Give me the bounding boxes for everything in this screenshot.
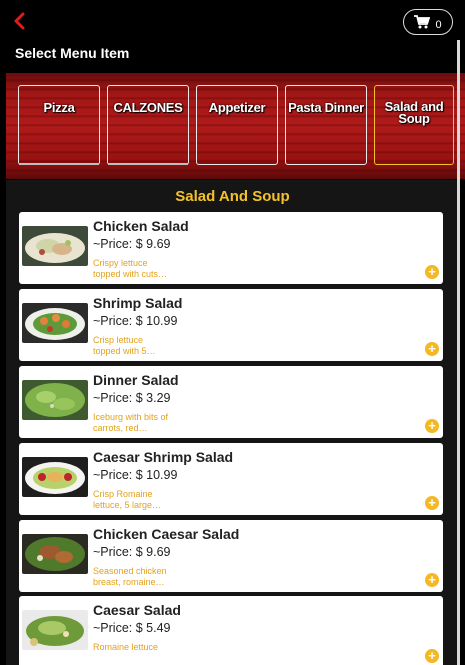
item-price: ~Price: $ 9.69	[93, 545, 171, 559]
plus-icon: +	[428, 341, 436, 356]
category-tile-calzones[interactable]: CALZONES	[107, 85, 189, 165]
category-carousel[interactable]: Pizza CALZONES Appetizer Pasta Dinner Sa…	[6, 73, 465, 179]
category-underline	[19, 163, 99, 165]
item-description: Iceburg with bits of carrots, red…	[93, 412, 169, 433]
cart-count: 0	[435, 18, 442, 31]
item-name: Dinner Salad	[93, 372, 179, 388]
item-description: Crisp lettuce topped with 5…	[93, 335, 156, 356]
menu-item-card[interactable]: Dinner Salad ~Price: $ 3.29 Iceburg with…	[19, 366, 443, 438]
item-price: ~Price: $ 10.99	[93, 314, 178, 328]
item-description: Crispy lettuce topped with cuts…	[93, 258, 168, 279]
chevron-left-icon	[14, 12, 25, 30]
category-tile-appetizer[interactable]: Appetizer	[196, 85, 278, 165]
caesar-shrimp-salad-photo	[22, 457, 88, 497]
category-underline	[108, 163, 188, 165]
category-tile-pasta-dinner[interactable]: Pasta Dinner	[285, 85, 367, 165]
category-label: CALZONES	[113, 100, 183, 115]
item-name: Caesar Shrimp Salad	[93, 449, 234, 465]
item-price: ~Price: $ 10.99	[93, 468, 178, 482]
add-item-button[interactable]: +	[425, 265, 439, 279]
category-tile-salad-and-soup[interactable]: Salad and Soup	[374, 85, 454, 165]
add-item-button[interactable]: +	[425, 342, 439, 356]
category-label: Appetizer	[208, 100, 266, 115]
add-item-button[interactable]: +	[425, 573, 439, 587]
item-price: ~Price: $ 5.49	[93, 621, 171, 635]
menu-item-card[interactable]: Shrimp Salad ~Price: $ 10.99 Crisp lettu…	[19, 289, 443, 361]
item-description: Crisp Romaine lettuce, 5 large…	[93, 489, 162, 510]
plus-icon: +	[428, 418, 436, 433]
category-heading: Salad And Soup	[175, 188, 290, 205]
plus-icon: +	[428, 572, 436, 587]
add-item-button[interactable]: +	[425, 649, 439, 663]
item-price: ~Price: $ 9.69	[93, 237, 171, 251]
category-label: Pizza	[43, 100, 75, 115]
item-description: Seasoned chicken breast, romaine…	[93, 566, 167, 587]
item-description: Romaine lettuce	[93, 642, 159, 652]
chicken-caesar-salad-photo	[22, 534, 88, 574]
add-item-button[interactable]: +	[425, 496, 439, 510]
top-bar: 0	[0, 0, 465, 40]
category-label: Pasta Dinner	[288, 100, 364, 115]
item-price: ~Price: $ 3.29	[93, 391, 171, 405]
plus-icon: +	[428, 648, 436, 663]
page-title: Select Menu Item	[15, 45, 130, 61]
item-name: Shrimp Salad	[93, 295, 183, 311]
menu-item-card[interactable]: Chicken Caesar Salad ~Price: $ 9.69 Seas…	[19, 520, 443, 592]
menu-item-card[interactable]: Caesar Shrimp Salad ~Price: $ 10.99 Cris…	[19, 443, 443, 515]
chicken-salad-photo	[22, 226, 88, 266]
item-name: Caesar Salad	[93, 602, 181, 618]
dinner-salad-photo	[22, 380, 88, 420]
scrollbar[interactable]	[457, 40, 460, 665]
cart-button[interactable]: 0	[403, 9, 453, 35]
category-label: Salad and Soup	[384, 99, 444, 126]
item-name: Chicken Caesar Salad	[93, 526, 240, 542]
caesar-salad-photo	[22, 610, 88, 650]
menu-item-card[interactable]: Caesar Salad ~Price: $ 5.49 Romaine lett…	[19, 596, 443, 665]
category-tile-pizza[interactable]: Pizza	[18, 85, 100, 165]
item-name: Chicken Salad	[93, 218, 189, 234]
menu-item-card[interactable]: Chicken Salad ~Price: $ 9.69 Crispy lett…	[19, 212, 443, 284]
plus-icon: +	[428, 495, 436, 510]
plus-icon: +	[428, 264, 436, 279]
shrimp-salad-photo	[22, 303, 88, 343]
shopping-cart-icon	[414, 15, 431, 29]
add-item-button[interactable]: +	[425, 419, 439, 433]
back-button[interactable]	[10, 10, 32, 32]
menu-item-list[interactable]: Salad And Soup Chicken Salad ~Price: $ 9…	[6, 180, 459, 665]
